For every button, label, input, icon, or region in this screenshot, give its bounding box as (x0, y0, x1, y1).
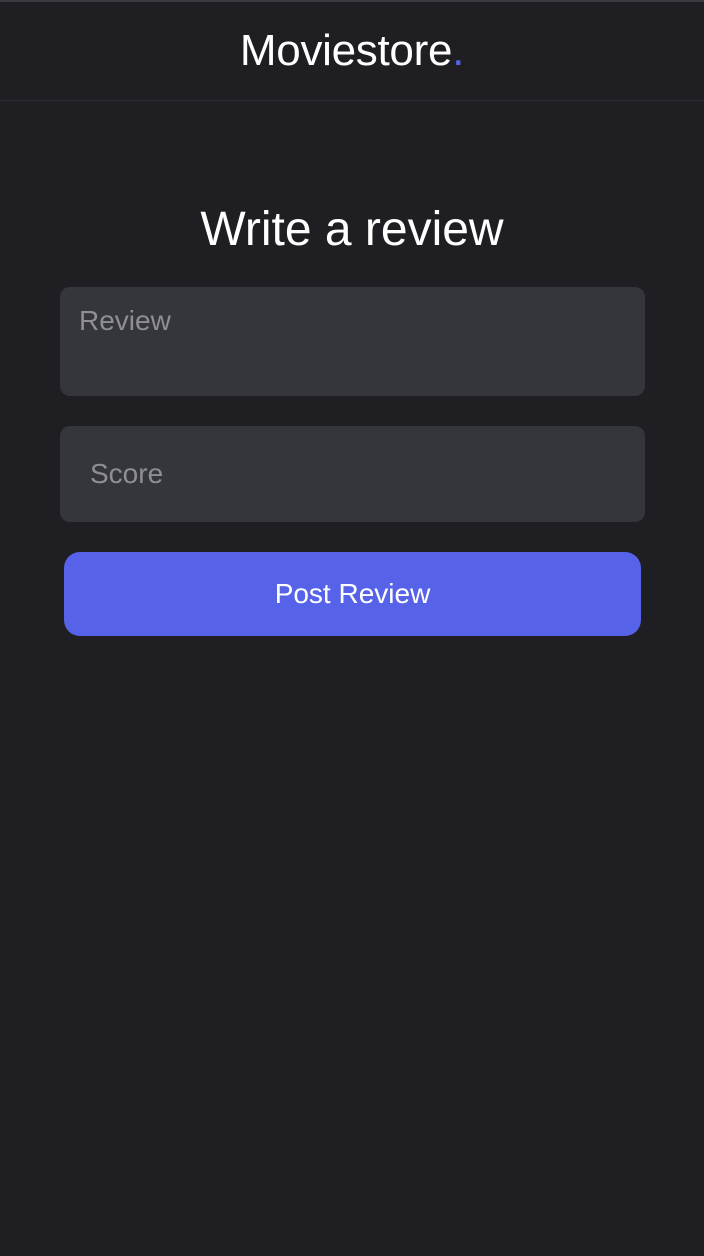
app-header: Moviestore. (0, 2, 704, 101)
app-root: Moviestore. Write a review Post Review (0, 0, 704, 1256)
score-input[interactable] (60, 426, 645, 522)
review-form: Write a review Post Review (0, 200, 704, 636)
post-review-button[interactable]: Post Review (64, 552, 641, 636)
review-input[interactable] (60, 287, 645, 396)
page-title: Write a review (200, 203, 504, 256)
brand-logo[interactable]: Moviestore. (240, 26, 464, 76)
brand-dot: . (452, 26, 465, 75)
brand-name: Moviestore (239, 26, 453, 75)
